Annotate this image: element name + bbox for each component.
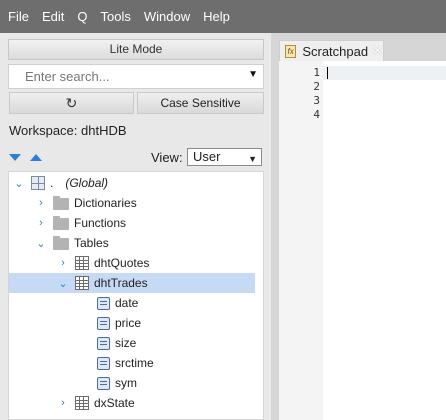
tree-item[interactable]: sym [9, 373, 263, 393]
table-icon [75, 256, 89, 270]
tree-item[interactable]: date [9, 293, 263, 313]
tree-item-label: date [115, 296, 139, 310]
tree-item[interactable]: price [9, 313, 263, 333]
tree-item[interactable]: ⌄ Tables [9, 233, 263, 253]
tree-item-label: (Global) [65, 176, 109, 190]
table-icon [75, 396, 89, 410]
tree-item[interactable]: › Dictionaries [9, 193, 263, 213]
tab-label: Scratchpad [302, 43, 369, 59]
chevron-right-icon[interactable]: › [35, 217, 47, 229]
menu-help[interactable]: Help [195, 9, 230, 24]
tree-item[interactable]: ⌄. (Global) [9, 173, 263, 193]
menu-edit[interactable]: Edit [34, 9, 64, 24]
chevron-right-icon[interactable]: › [57, 257, 69, 269]
chevron-right-icon[interactable]: › [57, 397, 69, 409]
search-dropdown-icon[interactable]: ▼ [248, 69, 258, 80]
tab-scratchpad[interactable]: fx Scratchpad ✕ [279, 40, 384, 61]
active-line-highlight [323, 66, 446, 80]
line-number: 3 [313, 94, 320, 107]
line-gutter: 1 2 3 4 [279, 61, 323, 420]
column-icon [97, 336, 110, 350]
object-tree: ⌄. (Global) › Dictionaries › Functions ⌄ Tables… [8, 171, 264, 420]
refresh-button[interactable]: ↻ [9, 92, 134, 114]
menu-tools[interactable]: Tools [92, 9, 130, 24]
tree-item-label: Tables [74, 236, 109, 250]
view-label: View: [151, 150, 183, 165]
tree-item[interactable]: ⌄ dhtTrades [9, 273, 255, 293]
tree-item[interactable]: › dhtQuotes [9, 253, 263, 273]
tree-item[interactable]: srctime [9, 353, 263, 373]
tree-item-label: size [115, 336, 137, 350]
folder-icon [53, 215, 69, 230]
tree-item-label: Dictionaries [74, 196, 137, 210]
chevron-right-icon[interactable]: › [35, 197, 47, 209]
menu-bar: File Edit Q Tools Window Help [0, 0, 446, 33]
tree-item-label: dxState [94, 396, 135, 410]
chevron-down-icon[interactable]: ⌄ [13, 177, 25, 190]
column-icon [97, 356, 110, 370]
search-input[interactable] [9, 65, 239, 88]
case-sensitive-button[interactable]: Case Sensitive [137, 92, 264, 114]
expand-collapse-controls [9, 150, 48, 164]
table-icon [75, 276, 89, 290]
tree-item-label: Functions [74, 216, 127, 230]
tree-item-label: dhtTrades [94, 276, 148, 290]
menu-window[interactable]: Window [136, 9, 190, 24]
collapse-all-icon[interactable] [30, 154, 43, 161]
lite-mode-button[interactable]: Lite Mode [8, 39, 264, 60]
folder-icon [53, 195, 69, 210]
tree-item[interactable]: › dxState [9, 393, 263, 413]
right-panel: fx Scratchpad ✕ 1 2 3 4 [271, 33, 446, 420]
left-panel: Lite Mode ▼ ↻ Case Sensitive Workspace: … [0, 33, 271, 420]
line-number: 2 [313, 80, 320, 93]
namespace-prefix: . [50, 176, 54, 190]
expand-all-icon[interactable] [9, 154, 21, 161]
chevron-down-icon[interactable]: ⌄ [57, 277, 69, 290]
tree-item-label: sym [115, 376, 137, 390]
chevron-down-icon: ▼ [248, 154, 257, 164]
column-icon [97, 296, 110, 310]
search-box: ▼ [8, 64, 264, 89]
column-icon [97, 316, 110, 330]
fx-icon: fx [285, 44, 297, 58]
close-icon[interactable]: ✕ [372, 43, 383, 59]
line-number: 1 [313, 66, 320, 79]
tree-item-label: dhtQuotes [94, 256, 150, 270]
tree-item[interactable]: › Functions [9, 213, 263, 233]
text-cursor [327, 67, 328, 79]
code-editor[interactable]: 1 2 3 4 [279, 61, 446, 420]
global-icon [31, 176, 45, 190]
column-icon [97, 376, 110, 390]
view-select[interactable]: User ▼ [187, 148, 262, 166]
view-select-value: User [193, 149, 221, 164]
tree-item-label: price [115, 316, 142, 330]
workspace-label: Workspace: dhtHDB [9, 123, 127, 138]
menu-q[interactable]: Q [69, 9, 87, 24]
chevron-down-icon[interactable]: ⌄ [35, 237, 47, 250]
tree-item-label: srctime [115, 356, 154, 370]
folder-icon [53, 235, 69, 250]
line-number: 4 [313, 108, 320, 121]
tree-item[interactable]: size [9, 333, 263, 353]
menu-file[interactable]: File [0, 9, 29, 24]
